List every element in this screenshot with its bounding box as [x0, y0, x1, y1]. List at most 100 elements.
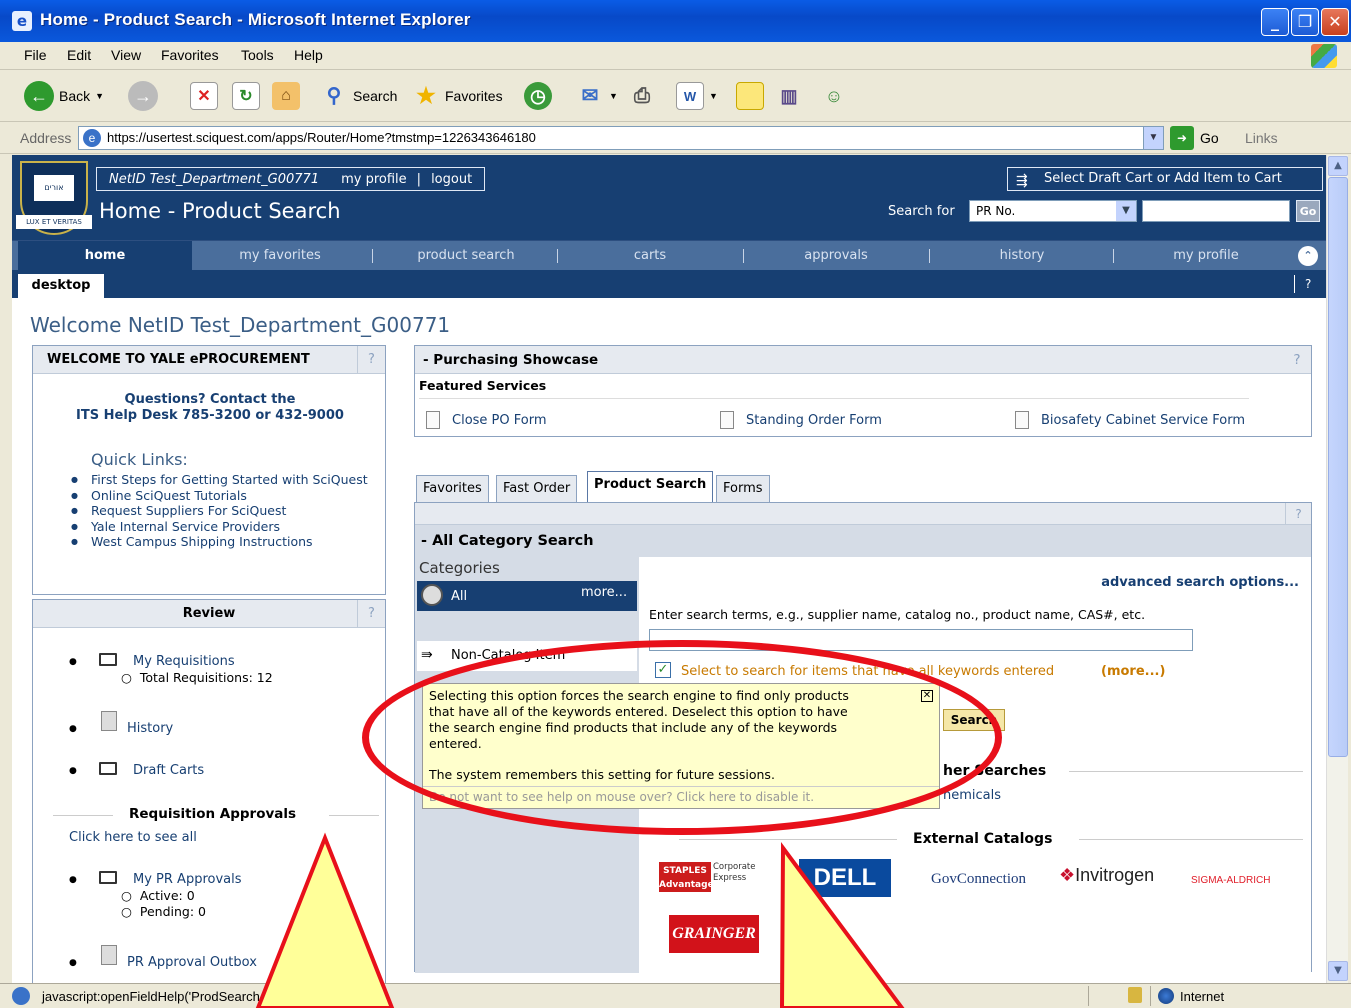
discuss-button[interactable] — [736, 80, 764, 112]
nav-my-profile[interactable]: my profile — [1130, 241, 1282, 271]
menu-tools[interactable]: Tools — [241, 47, 274, 63]
bullet: ● — [69, 766, 77, 776]
nav-approvals[interactable]: approvals — [760, 241, 912, 271]
all-category-search-title: - All Category Search — [415, 525, 1311, 557]
research-button[interactable]: ▥ — [775, 80, 803, 112]
tab-fast-order[interactable]: Fast Order — [496, 475, 578, 503]
sigma-aldrich-logo[interactable]: SIGMA-ALDRICH — [1191, 875, 1270, 886]
dell-logo[interactable]: DELL — [799, 859, 891, 897]
address-input[interactable]: e https://usertest.sciquest.com/apps/Rou… — [78, 126, 1164, 150]
minimize-button[interactable]: _ — [1261, 8, 1289, 36]
search-for-select[interactable]: PR No. ▼ — [969, 200, 1137, 222]
invitrogen-logo[interactable]: ❖Invitrogen — [1059, 865, 1154, 886]
my-pr-approvals-link[interactable]: My PR Approvals — [133, 872, 242, 887]
scroll-down-icon[interactable]: ▼ — [1328, 961, 1348, 981]
help-icon[interactable]: ? — [357, 346, 385, 374]
nav-separator — [557, 249, 558, 263]
tab-desktop[interactable]: desktop — [18, 274, 104, 298]
tab-favorites[interactable]: Favorites — [416, 475, 489, 503]
click-see-all-link[interactable]: Click here to see all — [69, 830, 197, 845]
edit-button[interactable]: W ▼ — [676, 80, 718, 112]
my-requisitions-link[interactable]: My Requisitions — [133, 654, 235, 669]
govconnection-logo[interactable]: GovConnection — [931, 871, 1026, 888]
quick-link[interactable]: Online SciQuest Tutorials — [71, 488, 401, 504]
review-panel-title-text: Review — [182, 606, 236, 621]
nav-product-search[interactable]: product search — [388, 241, 544, 271]
stop-button[interactable]: ✕ — [190, 80, 218, 112]
match-all-more-link[interactable]: (more...) — [1101, 664, 1165, 679]
invitrogen-text: Invitrogen — [1075, 865, 1155, 885]
logout-link[interactable]: logout — [431, 172, 472, 187]
cart-select-button[interactable]: ⇶ Select Draft Cart or Add Item to Cart — [1007, 167, 1323, 191]
pr-outbox-link[interactable]: PR Approval Outbox — [127, 955, 257, 970]
category-more-link[interactable]: more... — [581, 585, 627, 600]
divider — [1088, 986, 1089, 1006]
mail-button[interactable]: ✉ ▼ — [576, 80, 618, 112]
media-button[interactable]: ◷ — [524, 80, 552, 112]
quick-link[interactable]: Request Suppliers For SciQuest — [71, 503, 401, 519]
quick-link[interactable]: First Steps for Getting Started with Sci… — [71, 472, 401, 488]
page-title: Home - Product Search — [99, 199, 341, 223]
quick-links-title: Quick Links: — [91, 450, 188, 469]
menu-help[interactable]: Help — [294, 47, 323, 63]
grainger-logo[interactable]: GRAINGER — [669, 915, 759, 953]
title-bar: e Home - Product Search - Microsoft Inte… — [0, 0, 1351, 42]
tab-product-search[interactable]: Product Search — [587, 471, 714, 504]
chevron-down-icon[interactable]: ▼ — [1143, 127, 1163, 149]
go-arrow-icon[interactable]: ➜ — [1170, 126, 1194, 150]
tab-forms[interactable]: Forms — [716, 475, 770, 503]
nav-my-favorites[interactable]: my favorites — [202, 241, 358, 271]
quick-link[interactable]: Yale Internal Service Providers — [71, 519, 401, 535]
close-po-form-link[interactable]: Close PO Form — [452, 413, 547, 428]
help-icon[interactable]: ? — [1294, 275, 1311, 293]
back-button[interactable]: ← Back ▼ — [24, 80, 104, 112]
staples-logo[interactable]: STAPLES Advantage — [659, 862, 714, 892]
menu-edit[interactable]: Edit — [67, 47, 91, 63]
nav-home[interactable]: home — [18, 241, 192, 271]
corporate-express-logo[interactable]: Corporate Express — [713, 862, 771, 888]
links-button[interactable]: Links — [1245, 130, 1278, 146]
chemicals-link[interactable]: hemicals — [943, 788, 1001, 803]
scroll-thumb[interactable] — [1328, 177, 1348, 757]
help-icon[interactable]: ? — [357, 600, 385, 628]
menu-favorites[interactable]: Favorites — [161, 47, 219, 63]
divider — [329, 815, 379, 816]
draft-carts-link[interactable]: Draft Carts — [133, 763, 204, 778]
help-icon[interactable]: ? — [1285, 503, 1311, 525]
search-button[interactable]: ⚲ Search — [320, 80, 398, 112]
nav-history[interactable]: history — [946, 241, 1098, 271]
biosafety-form-link[interactable]: Biosafety Cabinet Service Form — [1041, 413, 1245, 428]
collapse-icon[interactable]: ⌃ — [1298, 246, 1318, 266]
quick-link[interactable]: West Campus Shipping Instructions — [71, 534, 401, 550]
help-icon[interactable]: ? — [1283, 346, 1311, 374]
advanced-search-link[interactable]: advanced search options... — [1101, 575, 1299, 590]
close-button[interactable]: ✕ — [1321, 8, 1349, 36]
quick-search-input[interactable] — [1142, 200, 1290, 222]
print-button[interactable]: ⎙ — [628, 80, 656, 112]
nav-carts[interactable]: carts — [574, 241, 726, 271]
refresh-button[interactable]: ↻ — [232, 80, 260, 112]
home-button[interactable]: ⌂ — [272, 80, 300, 112]
folder-icon — [99, 762, 117, 775]
menu-view[interactable]: View — [111, 47, 141, 63]
bullet: ● — [69, 875, 77, 885]
category-all[interactable]: All more... — [417, 581, 637, 611]
tab-header: ? — [415, 503, 1311, 525]
divider — [1069, 771, 1303, 772]
quick-search-go-button[interactable]: Go — [1296, 200, 1320, 222]
my-profile-link[interactable]: my profile — [341, 172, 407, 187]
vertical-scrollbar[interactable]: ▲ ▼ — [1326, 155, 1348, 983]
forward-button[interactable]: → — [128, 80, 158, 112]
dropdown-icon: ▼ — [709, 91, 718, 101]
messenger-button[interactable]: ☺ — [820, 80, 848, 112]
standing-order-form-link[interactable]: Standing Order Form — [746, 413, 882, 428]
favorites-button[interactable]: ★ Favorites — [412, 80, 502, 112]
go-button[interactable]: Go — [1200, 130, 1219, 146]
menu-file[interactable]: File — [24, 47, 47, 63]
user-id: NetID Test_Department_G00771 — [109, 171, 320, 187]
history-link[interactable]: History — [127, 721, 173, 736]
scroll-up-icon[interactable]: ▲ — [1328, 156, 1348, 176]
active-count: ○ Active: 0 — [121, 888, 195, 903]
maximize-button[interactable]: ❐ — [1291, 8, 1319, 36]
welcome-heading: Welcome NetID Test_Department_G00771 — [30, 313, 451, 337]
